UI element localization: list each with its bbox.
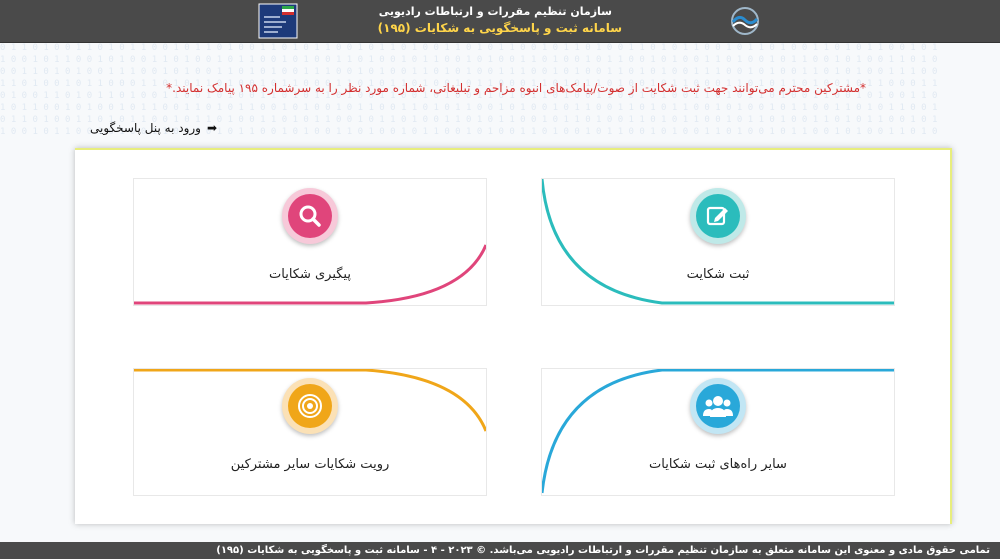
responder-panel-login-link[interactable]: ➡ ورود به پنل پاسخگویی (90, 121, 217, 135)
register-complaint-label: ثبت شکایت (686, 267, 750, 282)
target-icon (298, 394, 322, 418)
header-bar: سازمان تنظیم مقررات و ارتباطات رادیویی س… (0, 0, 1000, 43)
register-complaint-tile[interactable]: ثبت شکایت (541, 178, 895, 306)
org-name: سازمان تنظیم مقررات و ارتباطات رادیویی (378, 5, 612, 18)
other-ways-label: سایر راه‌های ثبت شکایات (649, 457, 787, 472)
view-others-icon-circle (282, 378, 338, 434)
sign-in-icon: ➡ (206, 121, 218, 135)
register-complaint-icon-circle (690, 188, 746, 244)
track-complaints-icon-circle (282, 188, 338, 244)
other-ways-icon-circle (690, 378, 746, 434)
users-icon (703, 396, 733, 417)
track-complaints-tile[interactable]: پیگیری شکایات (133, 178, 487, 306)
view-others-complaints-tile[interactable]: رویت شکایات سایر مشترکین (133, 368, 487, 496)
responder-panel-login-label: ورود به پنل پاسخگویی (90, 121, 201, 135)
sms-notice: *مشترکین محترم می‌توانند جهت ثبت شکایت ا… (166, 81, 866, 95)
other-ways-tile[interactable]: سایر راه‌های ثبت شکایات (541, 368, 895, 496)
view-others-complaints-label: رویت شکایات سایر مشترکین (230, 457, 390, 472)
track-complaints-label: پیگیری شکایات (269, 267, 351, 282)
services-card: ثبت شکایت پیگیری شکایات (75, 148, 952, 524)
footer-bar: تمامی حقوق مادی و معنوی این سامانه متعلق… (0, 542, 1000, 559)
cra-logo-icon (731, 7, 759, 35)
footer-copyright: تمامی حقوق مادی و معنوی این سامانه متعلق… (216, 545, 990, 556)
system-name: سامانه ثبت و پاسخگویی به شکایات (۱۹۵) (377, 21, 622, 35)
ministry-emblem-icon (258, 3, 298, 39)
search-icon (299, 205, 321, 227)
edit-icon (706, 206, 728, 226)
